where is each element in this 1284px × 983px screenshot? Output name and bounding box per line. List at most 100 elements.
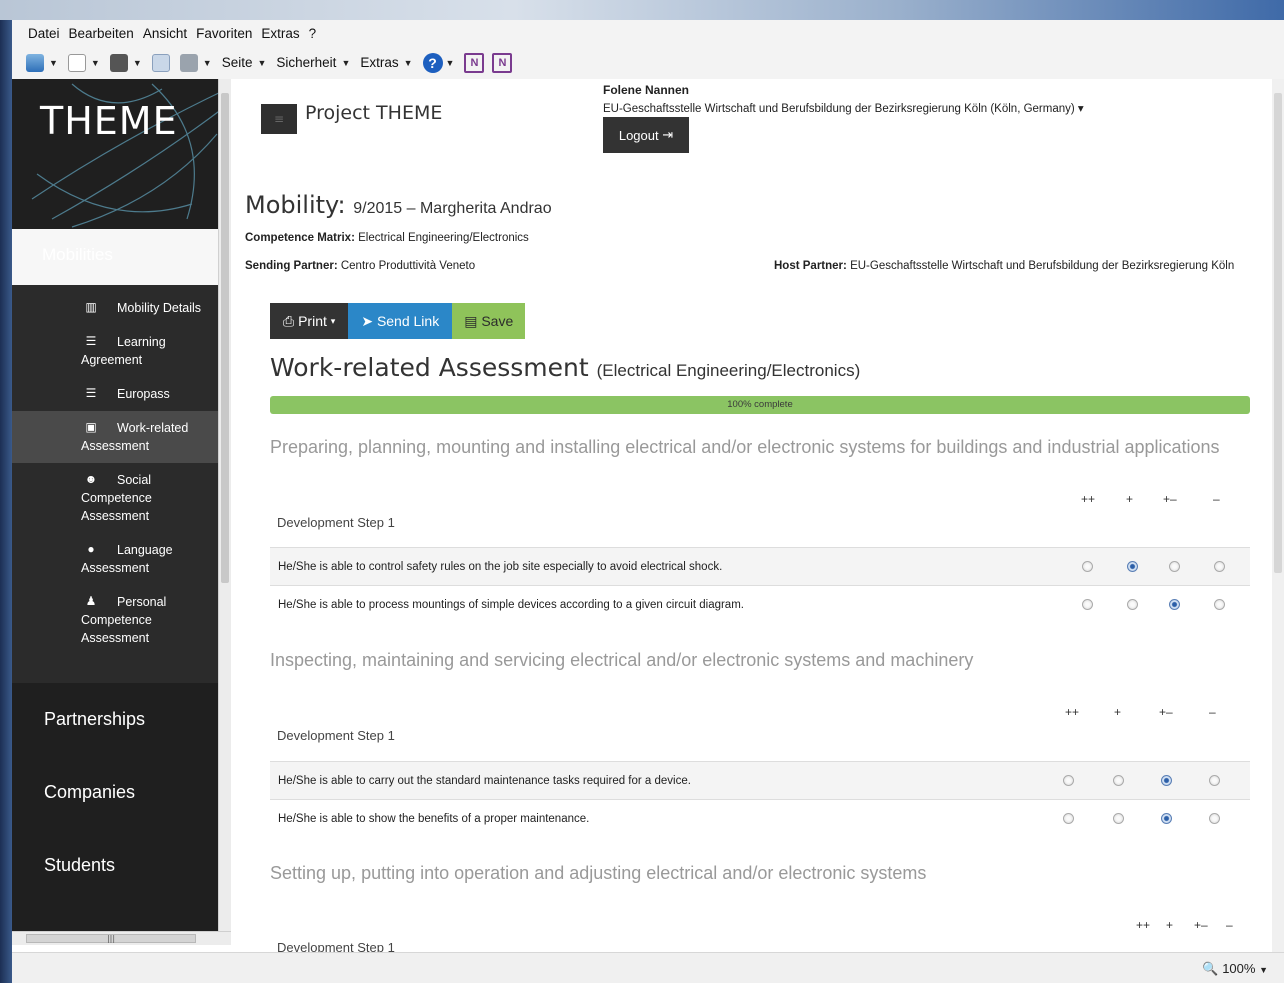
subnav-learning-agreement[interactable]: ☰ Learning Agreement xyxy=(12,325,230,377)
printer-icon: ⎙ xyxy=(283,312,295,329)
main-content: ≡ Project THEME Folene Nannen EU-Geschaf… xyxy=(231,79,1272,952)
page-scroll-thumb[interactable] xyxy=(1274,93,1282,573)
user-name: Folene Nannen xyxy=(603,83,690,97)
command-bar: ▼ ▼ ▼ ▼ Seite ▼ Sicherheit ▼ Extras ▼ ? ▼ N … xyxy=(12,46,1284,79)
globe-icon: ● xyxy=(87,542,95,556)
rating-radio[interactable] xyxy=(1127,561,1138,572)
extras-menu[interactable]: Extras xyxy=(360,55,398,70)
logo: THEME xyxy=(12,79,230,229)
page-scrollbar[interactable] xyxy=(1272,79,1284,952)
mobility-title: Mobility: 9/2015 – Margherita Andrao xyxy=(245,191,552,219)
scale-header: +– xyxy=(1159,705,1173,719)
assessment-row: He/She is able to carry out the standard… xyxy=(270,761,1250,799)
rating-radio[interactable] xyxy=(1209,813,1220,824)
subnav-personal-competence[interactable]: ♟ Personal Competence Assessment xyxy=(12,585,230,655)
logo-text: THEME xyxy=(40,99,178,143)
nav-partnerships[interactable]: Partnerships xyxy=(12,683,230,756)
rating-radio[interactable] xyxy=(1063,775,1074,786)
menu-ansicht[interactable]: Ansicht xyxy=(143,26,187,41)
chevron-down-icon[interactable]: ▼ xyxy=(404,58,413,68)
user-organisation-dropdown[interactable]: EU-Geschaftsstelle Wirtschaft und Berufs… xyxy=(603,101,1084,115)
hand-icon[interactable] xyxy=(67,53,86,72)
nav-companies[interactable]: Companies xyxy=(12,756,230,829)
list-icon: ☰ xyxy=(85,386,97,400)
sidebar-hscrollbar[interactable]: ||| xyxy=(12,931,231,945)
rating-radio[interactable] xyxy=(1169,561,1180,572)
onenote-icon[interactable]: N xyxy=(464,52,485,73)
rating-radio[interactable] xyxy=(1063,813,1074,824)
scale-header: – xyxy=(1226,918,1233,932)
rating-radio[interactable] xyxy=(1113,813,1124,824)
assessment-subtitle: (Electrical Engineering/Electronics) xyxy=(596,361,861,380)
subnav-social-competence[interactable]: ☻ Social Competence Assessment xyxy=(12,463,230,533)
assessment-row: He/She is able to control safety rules o… xyxy=(270,547,1250,585)
home-icon[interactable] xyxy=(26,53,44,72)
logout-button[interactable]: Logout ⇥ xyxy=(603,117,689,153)
assessment-row: He/She is able to process mountings of s… xyxy=(270,585,1250,623)
development-step: Development Step 1 xyxy=(277,728,395,743)
rating-radio[interactable] xyxy=(1214,599,1225,610)
chevron-down-icon[interactable]: ▼ xyxy=(49,58,58,68)
logout-icon: ⇥ xyxy=(662,127,674,142)
rating-radio[interactable] xyxy=(1209,775,1220,786)
printer-icon[interactable] xyxy=(179,53,198,72)
window-frame xyxy=(0,0,12,983)
seite-menu[interactable]: Seite xyxy=(222,55,253,70)
subnav-work-related-assessment[interactable]: ▣ Work-related Assessment xyxy=(12,411,230,463)
print-button[interactable]: ⎙ Print ▾ xyxy=(270,303,349,339)
chevron-down-icon[interactable]: ▼ xyxy=(203,58,212,68)
scale-header: – xyxy=(1209,705,1216,719)
section-title: Inspecting, maintaining and servicing el… xyxy=(270,650,974,670)
menu-toggle-button[interactable]: ≡ xyxy=(261,104,297,134)
onenote-linked-icon[interactable]: N xyxy=(492,52,513,73)
menu-datei[interactable]: Datei xyxy=(28,26,60,41)
chevron-down-icon[interactable]: ▼ xyxy=(257,58,266,68)
chevron-down-icon[interactable]: ▼ xyxy=(133,58,142,68)
nav-students[interactable]: Students xyxy=(12,829,230,902)
sidebar-scrollbar[interactable] xyxy=(218,79,231,931)
caret-down-icon: ▾ xyxy=(1077,103,1084,115)
chevron-down-icon[interactable]: ▼ xyxy=(91,58,100,68)
rating-radio[interactable] xyxy=(1082,561,1093,572)
nav-mobilities[interactable]: Mobilities xyxy=(12,229,230,285)
chevron-down-icon[interactable]: ▼ xyxy=(446,58,455,68)
rating-radio[interactable] xyxy=(1082,599,1093,610)
menu-help[interactable]: ? xyxy=(309,26,317,41)
zoom-control[interactable]: 🔍 100% ▼ xyxy=(1202,961,1268,977)
mail-icon[interactable] xyxy=(151,53,170,72)
sidebar-hscroll-thumb[interactable]: ||| xyxy=(26,934,196,943)
help-icon[interactable]: ? xyxy=(422,52,443,73)
sidebar-scroll-thumb[interactable] xyxy=(221,93,229,583)
scale-header: ++ xyxy=(1136,918,1151,932)
bank-icon: ▥ xyxy=(85,300,97,314)
scale-header: +– xyxy=(1194,918,1208,932)
scale-header: + xyxy=(1166,918,1174,932)
subnav-mobility-details[interactable]: ▥ Mobility Details xyxy=(12,291,230,325)
rating-radio[interactable] xyxy=(1127,599,1138,610)
assessment-title: Work-related Assessment (Electrical Engi… xyxy=(270,353,861,382)
subnav-language-assessment[interactable]: ● Language Assessment xyxy=(12,533,230,585)
menu-favoriten[interactable]: Favoriten xyxy=(196,26,252,41)
caret-down-icon: ▼ xyxy=(1259,965,1268,975)
menu-bearbeiten[interactable]: Bearbeiten xyxy=(69,26,134,41)
subnav-europass[interactable]: ☰ Europass xyxy=(12,377,230,411)
status-bar: 🔍 100% ▼ xyxy=(12,952,1284,983)
rating-radio[interactable] xyxy=(1161,775,1172,786)
rating-radio[interactable] xyxy=(1161,813,1172,824)
user-icon: ♟ xyxy=(85,594,97,608)
send-link-button[interactable]: ➤ Send Link xyxy=(348,303,453,339)
scale-header: ++ xyxy=(1081,492,1096,506)
rating-radio[interactable] xyxy=(1113,775,1124,786)
rating-radio[interactable] xyxy=(1169,599,1180,610)
sicherheit-menu[interactable]: Sicherheit xyxy=(276,55,336,70)
feed-icon[interactable] xyxy=(109,53,128,72)
rating-radio[interactable] xyxy=(1214,561,1225,572)
development-step: Development Step 1 xyxy=(277,515,395,530)
users-icon: ☻ xyxy=(84,472,98,486)
save-button[interactable]: ▤ Save xyxy=(452,303,526,339)
menu-extras[interactable]: Extras xyxy=(261,26,299,41)
chevron-down-icon[interactable]: ▼ xyxy=(341,58,350,68)
zoom-icon: 🔍 xyxy=(1202,961,1219,976)
scale-header: – xyxy=(1213,492,1220,506)
sending-partner: Sending Partner: Centro Produttività Ven… xyxy=(245,260,476,272)
